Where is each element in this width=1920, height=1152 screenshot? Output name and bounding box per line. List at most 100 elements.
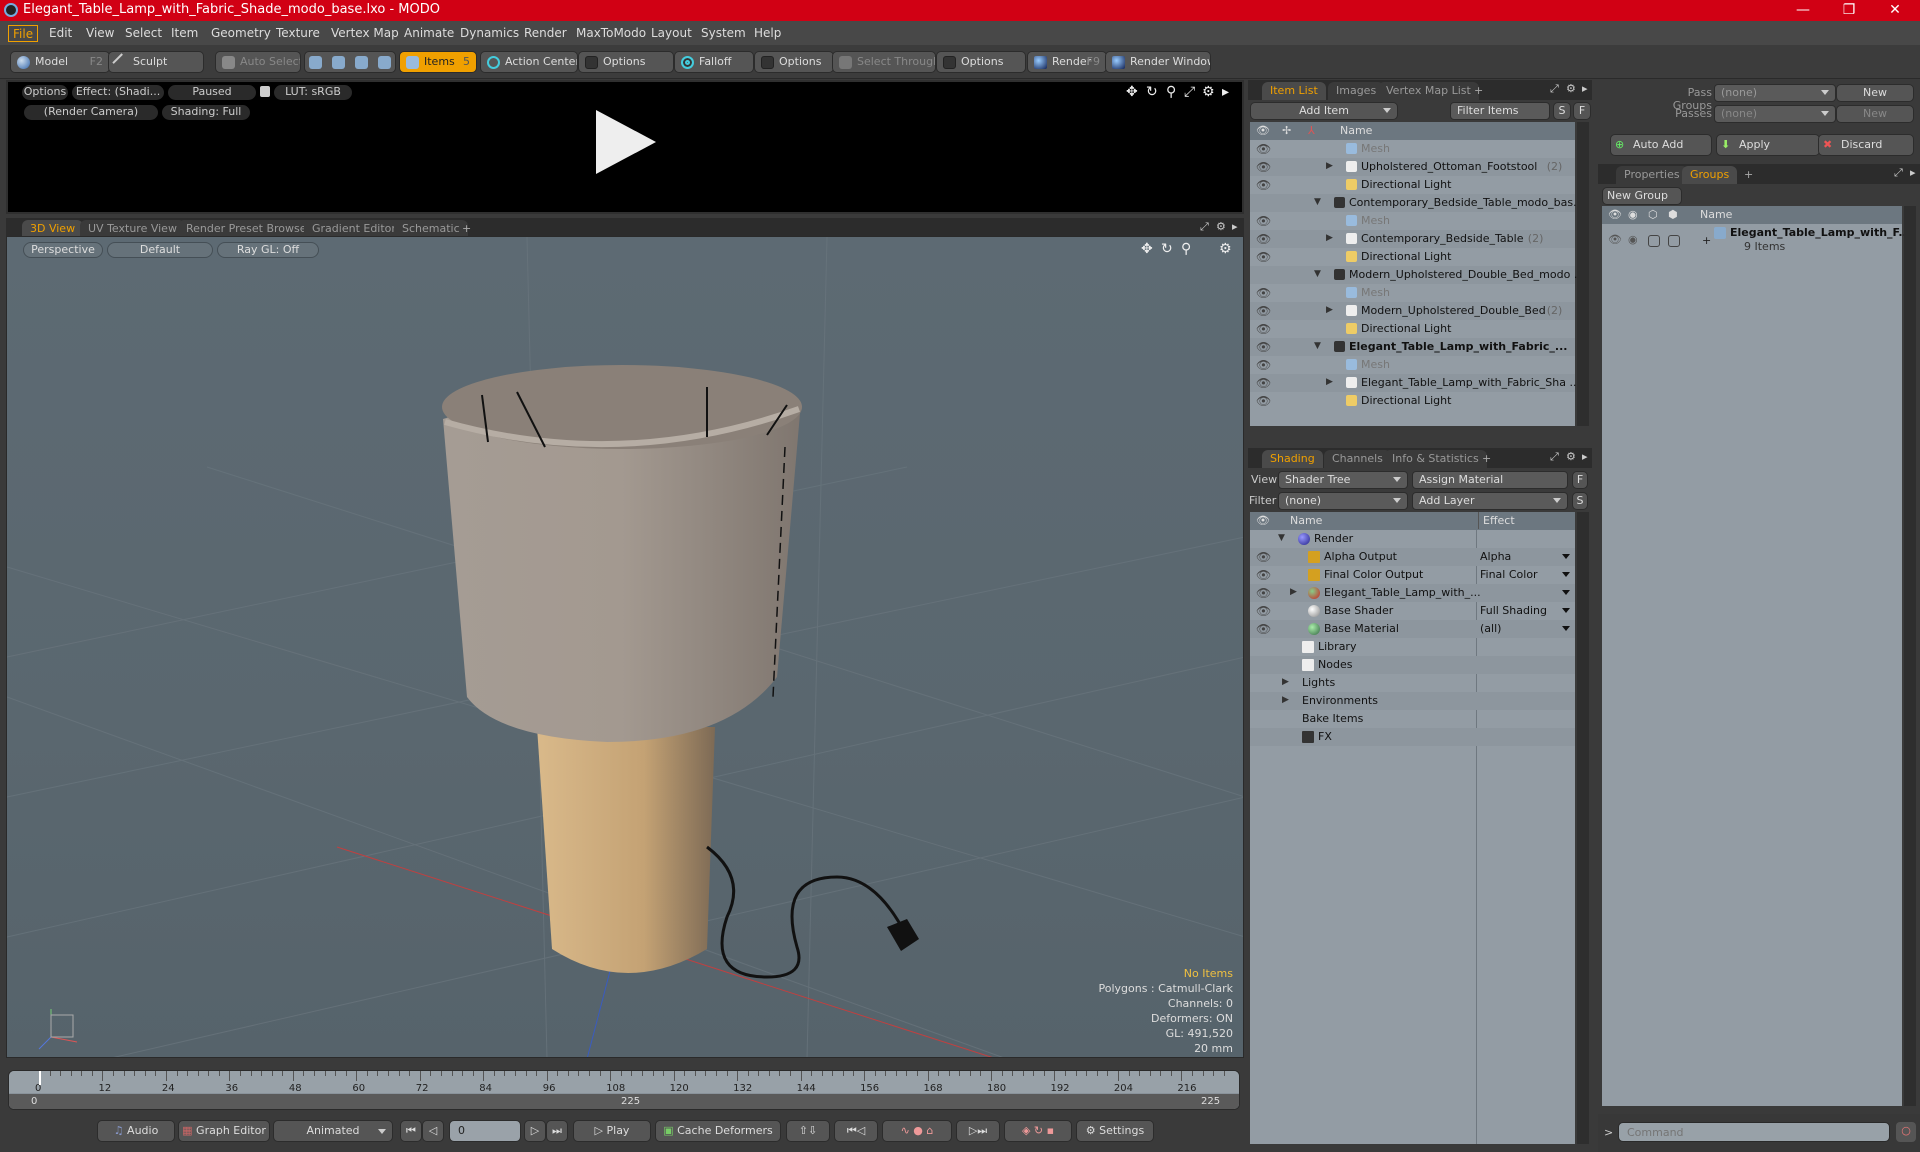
shader-row[interactable]: ▶ Lights: [1250, 674, 1575, 692]
tab-info-statistics[interactable]: Info & Statistics: [1384, 450, 1487, 468]
maximize-view-icon[interactable]: ⤢: [1184, 84, 1195, 100]
new-pass-button[interactable]: New: [1836, 105, 1914, 123]
lock-checkbox[interactable]: [1648, 235, 1660, 247]
item-row[interactable]: ▼ Contemporary_Bedside_Table_modo_bas...: [1250, 194, 1584, 212]
model-mode-button[interactable]: Model F2: [10, 51, 110, 73]
rotate-view-icon[interactable]: ↻: [1146, 84, 1158, 100]
expand-arrow-icon[interactable]: ▶: [1282, 692, 1289, 709]
menu-geometry[interactable]: Geometry: [207, 25, 275, 42]
s-button[interactable]: S: [1572, 492, 1588, 510]
menu-render[interactable]: Render: [520, 25, 571, 42]
tab-vertex-map-list[interactable]: Vertex Map List: [1378, 82, 1479, 100]
select-column-icon[interactable]: ⬢: [1668, 206, 1678, 223]
expand-arrow-icon[interactable]: ▸: [1222, 84, 1229, 100]
edge-mode-icon[interactable]: [332, 56, 345, 69]
add-item-dropdown[interactable]: Add Item: [1250, 102, 1398, 120]
add-tab-button[interactable]: +: [1736, 166, 1761, 184]
zoom-view-icon[interactable]: ⚲: [1166, 84, 1176, 100]
menu-view[interactable]: View: [82, 25, 118, 42]
tab-shading[interactable]: Shading: [1262, 450, 1323, 468]
preview-lut-dropdown[interactable]: LUT: sRGB: [274, 85, 352, 100]
eye-icon[interactable]: 👁: [1256, 357, 1271, 374]
name-column-header[interactable]: Name: [1290, 512, 1322, 529]
item-row[interactable]: ▼ Modern_Upholstered_Double_Bed_modo ...: [1250, 266, 1584, 284]
menu-help[interactable]: Help: [750, 25, 785, 42]
material-mode-icon[interactable]: [378, 56, 391, 69]
loop-buttons[interactable]: ◈ ↻ ▪: [1004, 1120, 1072, 1142]
preview-paused-button[interactable]: Paused: [168, 85, 256, 100]
expand-arrow-icon[interactable]: ▶: [1290, 584, 1297, 601]
timeline-ruler[interactable]: 0 12 24 36 48 60 72 84 96 108 120 132 144 156 168 180 19…: [9, 1071, 1239, 1094]
lock-column-icon[interactable]: ✢: [1282, 122, 1291, 139]
3d-viewport[interactable]: Perspective Default Ray GL: Off ✥ ↻ ⚲ ⚙ …: [6, 236, 1244, 1058]
menu-texture[interactable]: Texture: [272, 25, 324, 42]
expand-arrow-icon[interactable]: ▶: [1326, 302, 1333, 319]
expand-arrow-icon[interactable]: ▶: [1282, 674, 1289, 691]
go-to-end-button[interactable]: ⏭: [546, 1120, 568, 1142]
vertex-mode-icon[interactable]: [309, 56, 322, 69]
pass-groups-dropdown[interactable]: (none): [1714, 84, 1836, 102]
tab-groups[interactable]: Groups: [1682, 166, 1738, 184]
new-pass-group-button[interactable]: New: [1836, 84, 1914, 102]
effect-value[interactable]: (all): [1480, 620, 1501, 637]
eye-icon[interactable]: 👁: [1256, 159, 1271, 176]
maximize-panel-icon[interactable]: ⤢: [1200, 220, 1209, 234]
item-row[interactable]: 👁 Directional Light: [1250, 392, 1575, 410]
lock-column-icon[interactable]: ⬡: [1648, 206, 1658, 223]
preview-options-button[interactable]: Options: [22, 85, 68, 100]
panel-gear-icon[interactable]: ⚙: [1566, 450, 1576, 463]
menu-maxtomodo[interactable]: MaxToModo: [572, 25, 650, 42]
shader-tree[interactable]: 👁 Name Effect ▼ Render 👁 Alpha Output Alpha 👁…: [1250, 512, 1575, 1144]
auto-select-button[interactable]: Auto Select: [215, 51, 301, 73]
eye-icon[interactable]: 👁: [1256, 375, 1271, 392]
item-row[interactable]: 👁 ▼ Elegant_Table_Lamp_with_Fabric_...: [1250, 338, 1575, 356]
falloff-button[interactable]: Falloff: [674, 51, 754, 73]
shader-row[interactable]: Nodes: [1250, 656, 1575, 674]
frame-field[interactable]: 0: [449, 1120, 521, 1142]
effect-value[interactable]: Full Shading: [1480, 602, 1547, 619]
effect-dropdown-icon[interactable]: [1562, 608, 1570, 613]
add-tab-button[interactable]: +: [1466, 82, 1491, 100]
select-through-button[interactable]: Select Through: [832, 51, 936, 73]
visibility-column-icon[interactable]: 👁: [1256, 122, 1270, 139]
perspective-dropdown[interactable]: Perspective: [23, 242, 103, 258]
preview-camera-dropdown[interactable]: (Render Camera): [24, 105, 158, 120]
group-row[interactable]: 👁 ◉ + Elegant_Table_Lamp_with_F... 9 Ite…: [1602, 224, 1911, 258]
close-button[interactable]: ✕: [1872, 0, 1918, 21]
lock-icon[interactable]: [260, 86, 270, 97]
shader-row[interactable]: 👁 Base Material (all): [1250, 620, 1575, 638]
passes-dropdown[interactable]: (none): [1714, 105, 1836, 123]
filter-dropdown[interactable]: (none): [1278, 492, 1408, 510]
key-forward-buttons[interactable]: ▷⏭: [956, 1120, 1000, 1142]
effect-dropdown-icon[interactable]: [1562, 572, 1570, 577]
keyframe-up-down-buttons[interactable]: ⇧⇩: [786, 1120, 830, 1142]
shader-row[interactable]: Library: [1250, 638, 1575, 656]
audio-button[interactable]: ♫ Audio: [97, 1120, 175, 1142]
expand-arrow-icon[interactable]: ▶: [1326, 230, 1333, 247]
expand-plus-icon[interactable]: +: [1702, 234, 1711, 247]
timeline[interactable]: 0 12 24 36 48 60 72 84 96 108 120 132 144 156 168 180 19…: [8, 1070, 1240, 1110]
eye-icon[interactable]: 👁: [1256, 213, 1271, 230]
key-nav-buttons[interactable]: ⏮◁: [834, 1120, 878, 1142]
menu-system[interactable]: System: [697, 25, 750, 42]
discard-button[interactable]: ✖ Discard: [1818, 134, 1914, 156]
item-list-tree[interactable]: 👁 ✢ ⅄ Name 👁 Mesh 👁 ▶ Upholstered_Ottoman_Fo…: [1250, 122, 1584, 426]
record-buttons[interactable]: ∿ ● ⌂: [882, 1120, 952, 1142]
render-button[interactable]: Render F9: [1027, 51, 1107, 73]
shader-row[interactable]: ▼ Render: [1250, 530, 1575, 548]
polygon-mode-icon[interactable]: [355, 56, 368, 69]
filter-items-input[interactable]: Filter Items: [1450, 102, 1550, 120]
menu-vertex-map[interactable]: Vertex Map: [327, 25, 403, 42]
action-center-options-button[interactable]: Options: [578, 51, 674, 73]
eye-icon[interactable]: 👁: [1256, 231, 1271, 248]
item-row[interactable]: 👁 Directional Light: [1250, 248, 1575, 266]
default-shading-dropdown[interactable]: Default: [107, 242, 213, 258]
panel-arrow-icon[interactable]: ▸: [1232, 220, 1238, 233]
collapse-arrow-icon[interactable]: ▼: [1314, 338, 1321, 355]
item-row[interactable]: 👁 ▶ Modern_Upholstered_Double_Bed (2): [1250, 302, 1575, 320]
collapse-arrow-icon[interactable]: ▼: [1314, 194, 1321, 211]
menu-edit[interactable]: Edit: [45, 25, 76, 42]
tab-images[interactable]: Images: [1328, 82, 1385, 100]
ray-gl-toggle[interactable]: Ray GL: Off: [217, 242, 319, 258]
effect-dropdown-icon[interactable]: [1562, 554, 1570, 559]
